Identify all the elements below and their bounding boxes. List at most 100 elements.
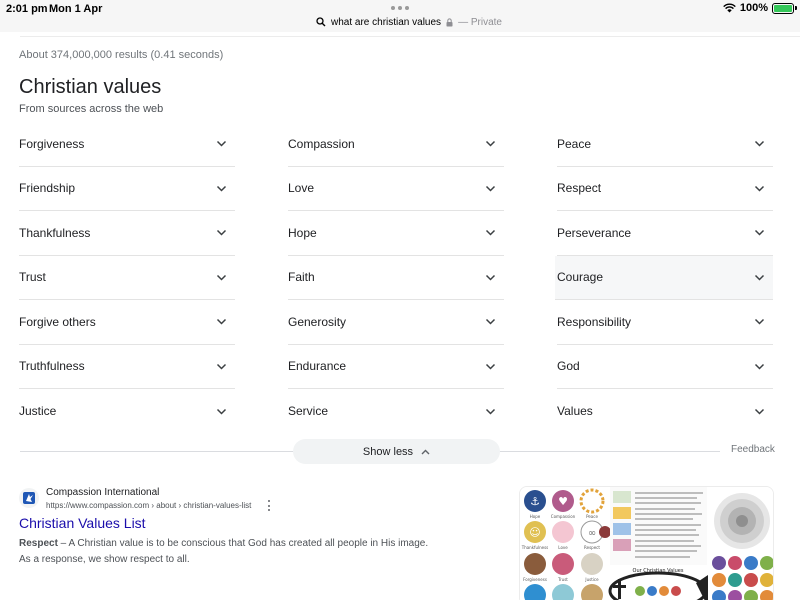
more-options-icon[interactable]: [265, 500, 273, 511]
compassion-caption: Compassion: [551, 514, 576, 519]
chevron-up-icon: [421, 449, 430, 454]
value-item[interactable]: Thankfulness: [19, 211, 235, 256]
respect-caption: Respect: [584, 545, 600, 550]
snippet-bold: Respect: [19, 538, 58, 549]
value-item[interactable]: Perseverance: [557, 211, 773, 256]
chevron-down-icon: [753, 271, 765, 283]
chevron-down-icon: [215, 271, 227, 283]
justice-caption: Justice: [584, 577, 599, 582]
private-label: — Private: [458, 16, 502, 28]
site-name[interactable]: Compassion International: [46, 487, 159, 498]
value-item[interactable]: Responsibility: [557, 300, 773, 345]
value-item-label: Perseverance: [557, 225, 632, 240]
value-item-label: Friendship: [19, 181, 76, 196]
value-item-label: Responsibility: [557, 314, 632, 329]
panel-title: Christian values: [19, 76, 162, 98]
value-item-label: Truthfulness: [19, 359, 85, 374]
value-item[interactable]: Justice: [19, 389, 235, 434]
value-item[interactable]: Compassion: [288, 122, 504, 167]
site-url[interactable]: https://www.compassion.com › about › chr…: [46, 501, 251, 510]
svg-text:♥: ♥: [558, 495, 568, 508]
value-item[interactable]: Generosity: [288, 300, 504, 345]
site-favicon-icon[interactable]: [19, 488, 39, 508]
chevron-down-icon: [484, 182, 496, 194]
value-item-label: Values: [557, 404, 593, 419]
value-item-label: Love: [288, 181, 315, 196]
values-grid: Forgiveness Compassion Peace Friendship Love…: [19, 122, 774, 434]
value-item-label: God: [557, 359, 580, 374]
value-item-label: Courage: [557, 270, 604, 285]
value-item-label: Generosity: [288, 314, 347, 329]
result-snippet: Respect – A Christian value is to be con…: [19, 536, 429, 568]
show-less-label: Show less: [362, 445, 414, 458]
result-thumbnail-image[interactable]: ⚓ ♥ Hope Compassion Peace ☺ ∞ Thankfulne…: [519, 486, 774, 600]
value-item[interactable]: Forgive others: [19, 300, 235, 345]
love-caption: Love: [558, 545, 568, 550]
svg-text:∞: ∞: [588, 528, 596, 539]
battery-icon: [772, 2, 797, 14]
chevron-down-icon: [215, 227, 227, 239]
result-stats: About 374,000,000 results (0.41 seconds): [19, 49, 224, 61]
value-item[interactable]: Service: [288, 389, 504, 434]
value-item[interactable]: Truthfulness: [19, 345, 235, 389]
value-item-label: Compassion: [288, 136, 355, 151]
value-item[interactable]: Courage: [555, 255, 773, 300]
value-item-label: Peace: [557, 136, 592, 151]
chevron-down-icon: [753, 360, 765, 372]
result-title-link[interactable]: Christian Values List: [19, 515, 146, 531]
show-less-button[interactable]: Show less: [293, 439, 500, 464]
chevron-down-icon: [215, 182, 227, 194]
value-item[interactable]: Respect: [557, 167, 773, 211]
chevron-down-icon: [484, 271, 496, 283]
svg-text:⚓: ⚓: [530, 495, 540, 508]
date: Mon 1 Apr: [49, 3, 103, 15]
search-icon: [316, 17, 326, 27]
hope-caption: Hope: [530, 514, 541, 519]
value-item-label: Respect: [557, 181, 602, 196]
snippet-text: – A Christian value is to be conscious t…: [19, 538, 429, 565]
chevron-down-icon: [753, 227, 765, 239]
forgiveness-caption: Forgiveness: [523, 577, 547, 582]
value-item-label: Thankfulness: [19, 225, 91, 240]
chevron-down-icon: [215, 360, 227, 372]
lock-icon: [446, 17, 453, 26]
chevron-down-icon: [484, 405, 496, 417]
value-item[interactable]: Faith: [288, 256, 504, 300]
value-item[interactable]: Peace: [557, 122, 773, 167]
chevron-down-icon: [484, 360, 496, 372]
value-item-label: Forgive others: [19, 314, 96, 329]
value-item-label: Faith: [288, 270, 315, 285]
battery-percent: 100%: [739, 2, 768, 14]
value-item[interactable]: Values: [557, 389, 773, 434]
thumbnail-collage: ⚓ ♥ Hope Compassion Peace ☺ ∞ Thankfulne…: [520, 487, 773, 600]
value-item-label: Forgiveness: [19, 136, 85, 151]
header-divider: [20, 36, 800, 37]
multitasking-dots-icon[interactable]: [391, 6, 409, 10]
chevron-down-icon: [753, 138, 765, 150]
value-item[interactable]: Trust: [19, 256, 235, 300]
status-indicators: 100%: [723, 2, 797, 14]
value-item-label: Endurance: [288, 359, 347, 374]
value-item[interactable]: Friendship: [19, 167, 235, 211]
chevron-down-icon: [484, 227, 496, 239]
value-item[interactable]: God: [557, 345, 773, 389]
chevron-down-icon: [484, 316, 496, 328]
address-bar-text: what are christian values: [331, 16, 442, 28]
chevron-down-icon: [215, 316, 227, 328]
peace-caption: Peace: [586, 514, 598, 519]
value-item[interactable]: Hope: [288, 211, 504, 256]
value-item[interactable]: Endurance: [288, 345, 504, 389]
address-bar[interactable]: what are christian values — Private: [316, 15, 502, 29]
value-item[interactable]: Love: [288, 167, 504, 211]
trust-caption: Trust: [557, 577, 568, 582]
chevron-down-icon: [753, 316, 765, 328]
chevron-down-icon: [753, 405, 765, 417]
value-item-label: Trust: [19, 270, 46, 285]
chevron-down-icon: [215, 405, 227, 417]
status-bar: 2:01 pm Mon 1 Apr what are christian val…: [0, 0, 800, 32]
feedback-link[interactable]: Feedback: [731, 444, 775, 455]
clock: 2:01 pm: [6, 3, 48, 15]
value-item-label: Justice: [19, 404, 57, 419]
value-item[interactable]: Forgiveness: [19, 122, 235, 167]
svg-text:☺: ☺: [529, 526, 540, 539]
